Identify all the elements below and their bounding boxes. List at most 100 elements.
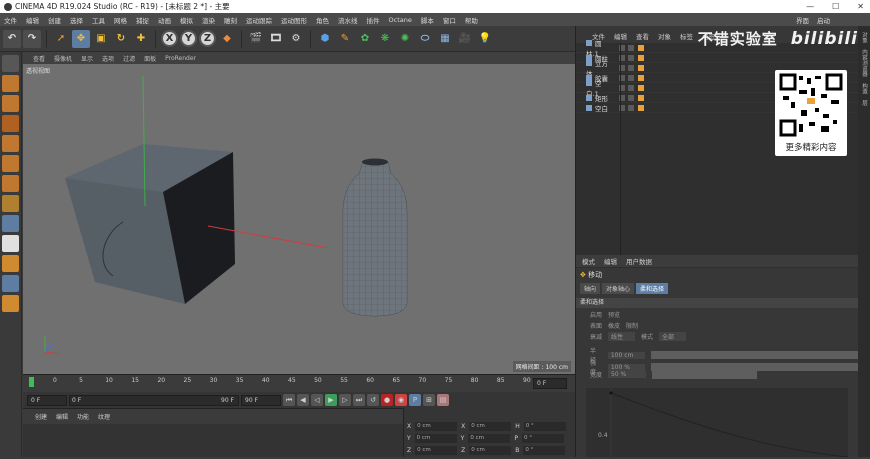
tag-icon[interactable] [638,104,644,111]
side-tab[interactable]: 内容浏览器 [860,49,868,77]
viewport-menu-item[interactable]: 显示 [81,54,93,63]
z-axis-lock-icon[interactable]: Z [199,30,216,47]
side-tab[interactable]: 对象 [860,32,868,43]
perspective-viewport[interactable]: 透视视图 网格间距 : 100 cm [23,64,575,374]
attribute-option-b[interactable]: 橡皮 [608,321,620,330]
polygons-mode-icon[interactable] [2,175,19,192]
tag-icon[interactable] [638,74,644,81]
menu-right-item[interactable]: 启动 [817,15,830,25]
coordinate-field[interactable]: 0 cm [414,433,457,443]
minimize-button[interactable]: — [806,0,814,13]
coordinate-field[interactable]: 0 ° [523,421,566,431]
live-selection-icon[interactable]: ✚ [132,30,150,48]
coordinate-field[interactable]: 0 cm [469,421,512,431]
menu-item[interactable]: 编辑 [26,15,39,25]
attribute-option-b[interactable]: 模式 [641,332,653,341]
go-to-end-icon[interactable]: ⏭ [353,394,365,406]
menu-item[interactable]: 运动跟踪 [246,15,272,25]
attribute-menu-item[interactable]: 模式 [582,256,595,266]
timeline-end-field[interactable]: 0 F [533,378,567,389]
model-mode-icon[interactable] [2,75,19,92]
viewport-menu-item[interactable]: 面板 [144,54,156,63]
move-tool-icon[interactable]: ✥ [72,29,90,48]
object-menu-item[interactable]: 对象 [658,31,671,41]
environment-icon[interactable]: ⬭ [416,30,434,48]
enable-check-icon[interactable] [628,44,634,51]
key-grid-icon[interactable]: ⊞ [423,394,435,406]
viewport-menu-item[interactable]: ProRender [165,55,196,62]
workplane-icon[interactable] [2,115,19,132]
mograph-cloner-icon[interactable]: ❋ [376,30,394,48]
attribute-tab[interactable]: 对象轴心 [602,283,635,294]
enable-check-icon[interactable] [628,84,634,91]
menu-item[interactable]: 工具 [92,15,105,25]
play-backward-icon[interactable]: ◁ [311,394,323,406]
planar-workplane-icon[interactable] [2,275,19,292]
timeline-settings-icon[interactable]: ▤ [437,394,449,406]
texture-mode-icon[interactable] [2,95,19,112]
side-tab[interactable]: 构造 [860,83,868,94]
coordinate-field[interactable]: 0 cm [415,445,458,455]
menu-item[interactable]: 帮助 [465,15,478,25]
coordinate-field[interactable]: 0 cm [415,421,458,431]
viewport-menu-item[interactable]: 摄像机 [54,54,72,63]
tag-icon[interactable] [638,94,644,101]
attribute-option-a[interactable]: 启用 [590,310,602,319]
redo-icon[interactable]: ↷ [23,29,41,48]
deformer-icon[interactable]: ✺ [396,30,414,48]
record-key-icon[interactable]: ● [381,394,393,406]
timeline-playhead[interactable] [29,377,34,387]
enable-check-icon[interactable] [628,104,634,111]
tag-icon[interactable] [638,84,644,91]
menu-item[interactable]: 窗口 [443,15,456,25]
menu-item[interactable]: Octane [389,16,412,24]
menu-item[interactable]: 动画 [158,15,171,25]
close-button[interactable]: ✕ [857,0,864,13]
enable-check-icon[interactable] [628,54,634,61]
attribute-option-v[interactable]: 线性 [608,332,636,341]
attribute-option-v2[interactable]: 全部 [659,332,687,341]
coordinate-field[interactable]: 0 ° [523,445,566,455]
solo-mode-icon[interactable] [2,295,19,312]
menu-item[interactable]: 渲染 [202,15,215,25]
menu-right-item[interactable]: 界面 [796,15,809,25]
render-picture-viewer-icon[interactable]: 🎞 [267,30,285,48]
coordinate-field[interactable]: 0 cm [468,433,511,443]
menu-item[interactable]: 脚本 [421,15,434,25]
tweak-mode-icon[interactable] [2,215,19,232]
start-frame-field[interactable]: 0 F [27,394,67,406]
material-menu-item[interactable]: 功能 [77,412,89,421]
snap-icon[interactable] [2,235,19,252]
viewport-menu-item[interactable]: 选项 [102,54,114,63]
edges-mode-icon[interactable] [2,155,19,172]
tag-icon[interactable] [638,64,644,71]
slider-value-field[interactable]: 50 % [608,371,647,378]
axis-mode-icon[interactable] [2,195,19,212]
subdivision-generator-icon[interactable]: ✿ [356,30,374,48]
tag-icon[interactable] [638,54,644,61]
slider-track[interactable] [652,370,758,379]
menu-item[interactable]: 模拟 [180,15,193,25]
go-to-start-icon[interactable]: ⏮ [283,394,295,406]
loop-icon[interactable]: ↺ [367,394,379,406]
menu-item[interactable]: 捕捉 [136,15,149,25]
material-menu-item[interactable]: 创建 [35,412,47,421]
attribute-option-c[interactable]: 限制 [626,321,638,330]
attribute-option-a[interactable]: 表面 [590,321,602,330]
menu-item[interactable]: 运动图形 [281,15,307,25]
viewport-menu-item[interactable]: 过滤 [123,54,135,63]
attribute-tab[interactable]: 柔和选择 [636,283,669,294]
attribute-option-b[interactable]: 预览 [608,310,620,319]
attribute-option-a[interactable]: 衰减 [590,332,602,341]
locked-workplane-icon[interactable] [2,255,19,272]
make-editable-icon[interactable] [2,55,19,72]
select-arrow-icon[interactable]: ➚ [52,30,70,48]
end-frame-field[interactable]: 90 F [241,394,281,406]
coordinate-system-icon[interactable]: ◆ [218,30,236,48]
tag-icon[interactable] [638,44,644,51]
undo-icon[interactable]: ↶ [3,29,21,48]
falloff-graph[interactable]: 0.4 [586,388,849,458]
next-key-icon[interactable]: ▷ [339,394,351,406]
object-menu-item[interactable]: 标签 [680,31,693,41]
play-icon[interactable]: ▶ [325,394,337,406]
